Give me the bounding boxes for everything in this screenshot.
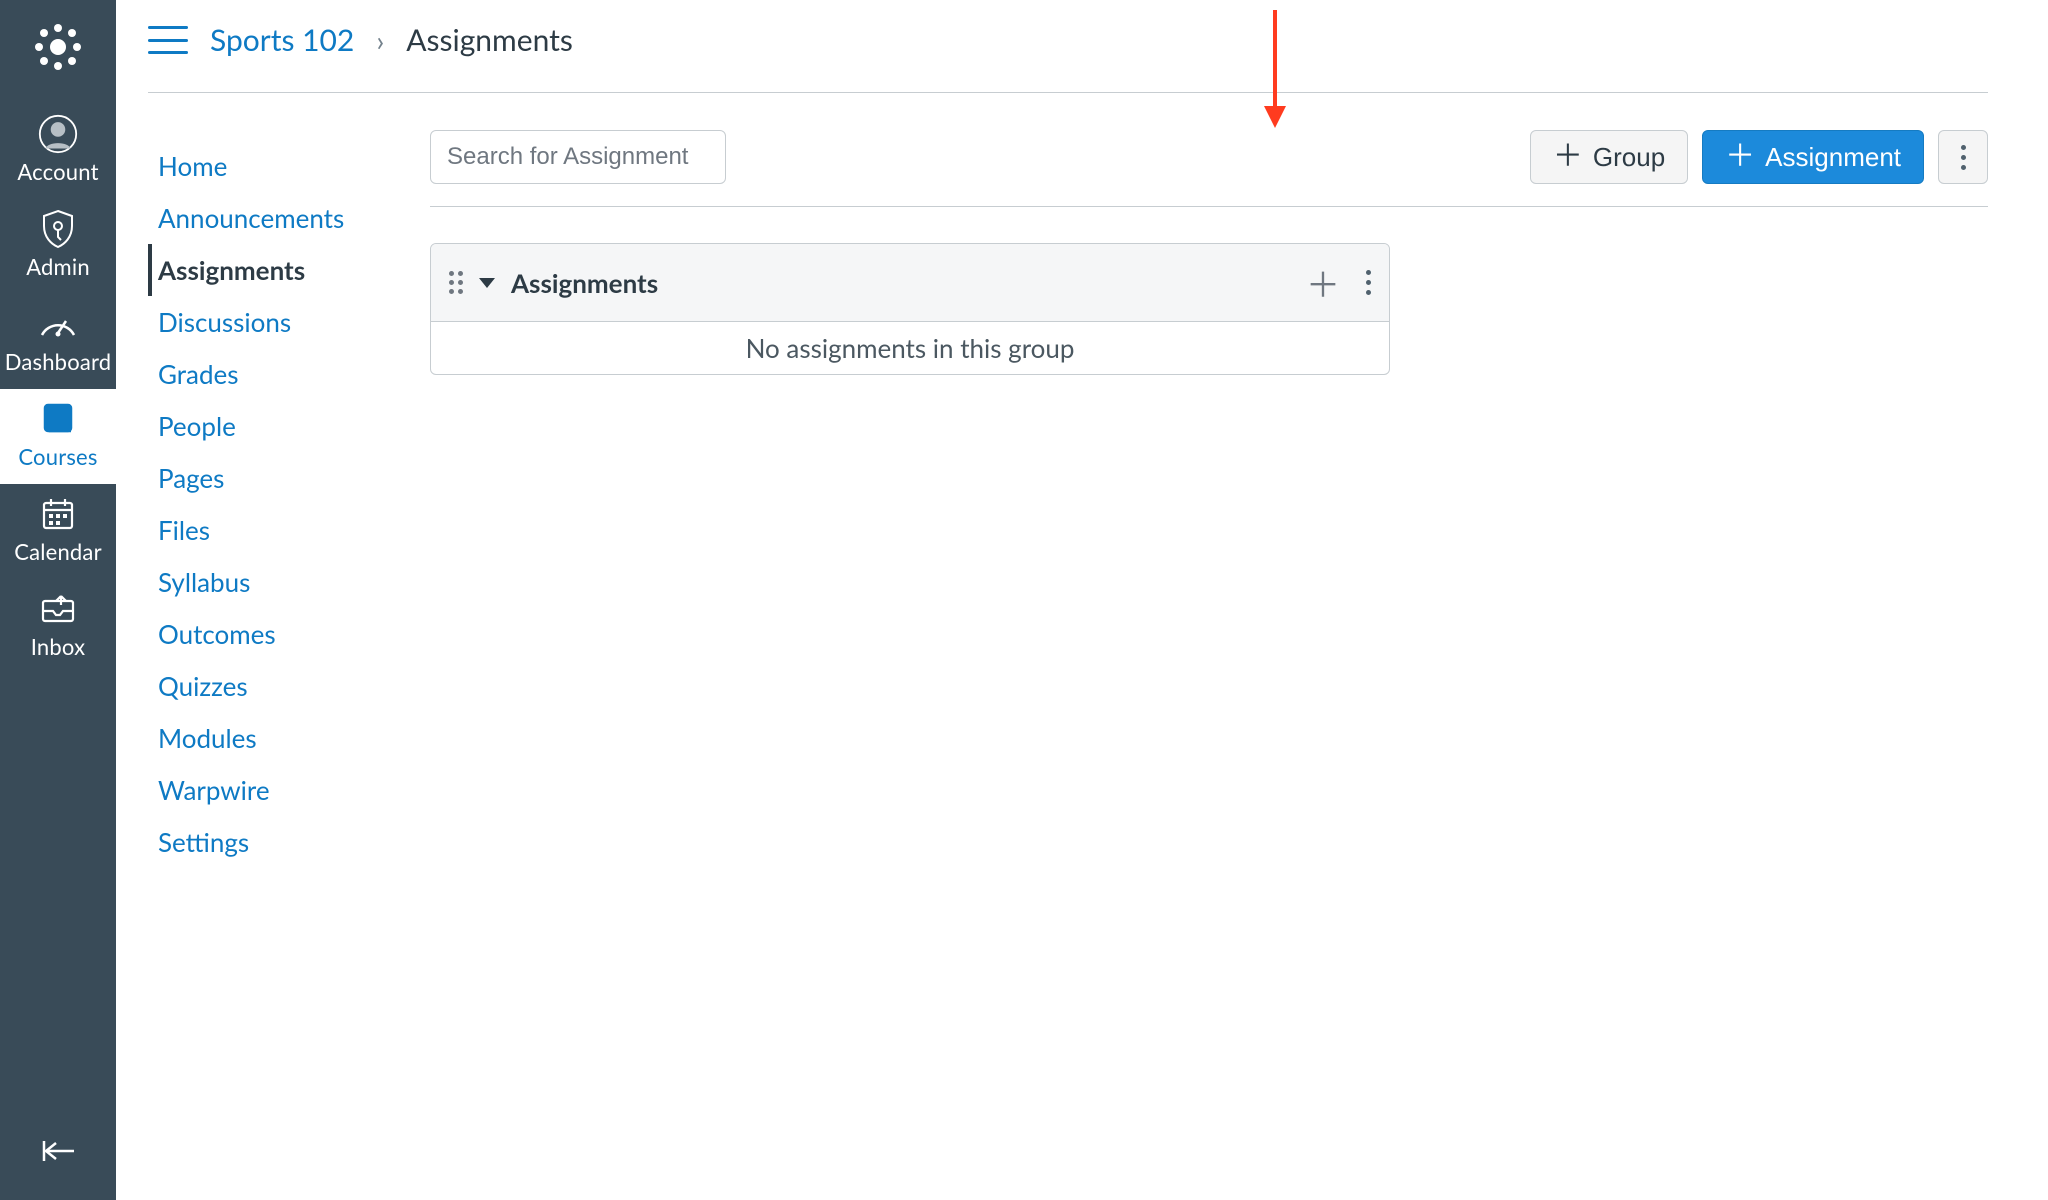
- course-nav-syllabus[interactable]: Syllabus: [148, 556, 418, 608]
- course-nav-toggle-icon[interactable]: [148, 26, 188, 54]
- inbox-tray-icon: [38, 589, 78, 629]
- course-nav-quizzes[interactable]: Quizzes: [148, 660, 418, 712]
- global-nav-calendar[interactable]: Calendar: [0, 484, 116, 579]
- course-nav-grades[interactable]: Grades: [148, 348, 418, 400]
- collapse-caret-icon[interactable]: [479, 278, 495, 288]
- add-group-button-label: Group: [1593, 142, 1665, 173]
- header-divider: [148, 92, 1988, 93]
- plus-icon: ＋: [1725, 142, 1755, 172]
- course-nav-warpwire[interactable]: Warpwire: [148, 764, 418, 816]
- course-nav-people[interactable]: People: [148, 400, 418, 452]
- course-nav-pages[interactable]: Pages: [148, 452, 418, 504]
- add-assignment-to-group-button[interactable]: ＋: [1306, 258, 1340, 307]
- toolbar-divider: [430, 206, 1988, 207]
- global-nav-admin[interactable]: Admin: [0, 199, 116, 294]
- global-nav-inbox[interactable]: Inbox: [0, 579, 116, 674]
- breadcrumb: Sports 102 › Assignments: [148, 22, 573, 58]
- global-nav-calendar-label: Calendar: [14, 538, 102, 565]
- canvas-logo-icon[interactable]: [29, 18, 87, 76]
- annotation-arrow-icon: [1260, 10, 1290, 130]
- group-kebab-menu-icon[interactable]: [1366, 270, 1371, 295]
- course-nav-outcomes[interactable]: Outcomes: [148, 608, 418, 660]
- global-nav-dashboard[interactable]: Dashboard: [0, 294, 116, 389]
- global-nav-dashboard-label: Dashboard: [5, 348, 112, 375]
- global-nav: Account Admin Dashboard Courses Calendar…: [0, 0, 116, 1200]
- breadcrumb-current: Assignments: [406, 22, 573, 58]
- assignment-search-input[interactable]: [430, 130, 726, 184]
- global-nav-courses[interactable]: Courses: [0, 389, 116, 484]
- breadcrumb-course-link[interactable]: Sports 102: [210, 22, 354, 58]
- global-nav-account[interactable]: Account: [0, 104, 116, 199]
- assignment-group-empty-message: No assignments in this group: [431, 322, 1389, 374]
- assignment-group-header[interactable]: Assignments ＋: [431, 244, 1389, 322]
- user-avatar-icon: [38, 114, 78, 154]
- collapse-global-nav-button[interactable]: [0, 1112, 116, 1200]
- global-nav-admin-label: Admin: [26, 253, 90, 280]
- breadcrumb-separator: ›: [376, 23, 384, 57]
- course-nav-settings[interactable]: Settings: [148, 816, 418, 868]
- add-group-button[interactable]: ＋ Group: [1530, 130, 1688, 184]
- assignments-content: ＋ Group ＋ Assignment Assignments ＋ No as…: [430, 130, 1988, 375]
- assignments-toolbar: ＋ Group ＋ Assignment: [430, 130, 1988, 184]
- global-nav-inbox-label: Inbox: [31, 633, 86, 660]
- course-nav-announcements[interactable]: Announcements: [148, 192, 418, 244]
- gauge-icon: [38, 304, 78, 344]
- add-assignment-button[interactable]: ＋ Assignment: [1702, 130, 1924, 184]
- book-icon: [38, 399, 78, 439]
- assignments-more-options-button[interactable]: [1938, 130, 1988, 184]
- assignment-group-panel: Assignments ＋ No assignments in this gro…: [430, 243, 1390, 375]
- plus-icon: ＋: [1553, 142, 1583, 172]
- calendar-icon: [38, 494, 78, 534]
- course-nav-files[interactable]: Files: [148, 504, 418, 556]
- kebab-menu-icon: [1961, 145, 1966, 170]
- course-nav-discussions[interactable]: Discussions: [148, 296, 418, 348]
- add-assignment-button-label: Assignment: [1765, 142, 1901, 173]
- drag-handle-icon[interactable]: [449, 271, 463, 294]
- global-nav-courses-label: Courses: [18, 443, 97, 470]
- assignment-group-title: Assignments: [511, 267, 658, 299]
- course-nav-modules[interactable]: Modules: [148, 712, 418, 764]
- course-nav-home[interactable]: Home: [148, 140, 418, 192]
- course-nav: Home Announcements Assignments Discussio…: [148, 140, 418, 868]
- course-nav-assignments[interactable]: Assignments: [148, 244, 418, 296]
- global-nav-account-label: Account: [17, 158, 98, 185]
- shield-key-icon: [38, 209, 78, 249]
